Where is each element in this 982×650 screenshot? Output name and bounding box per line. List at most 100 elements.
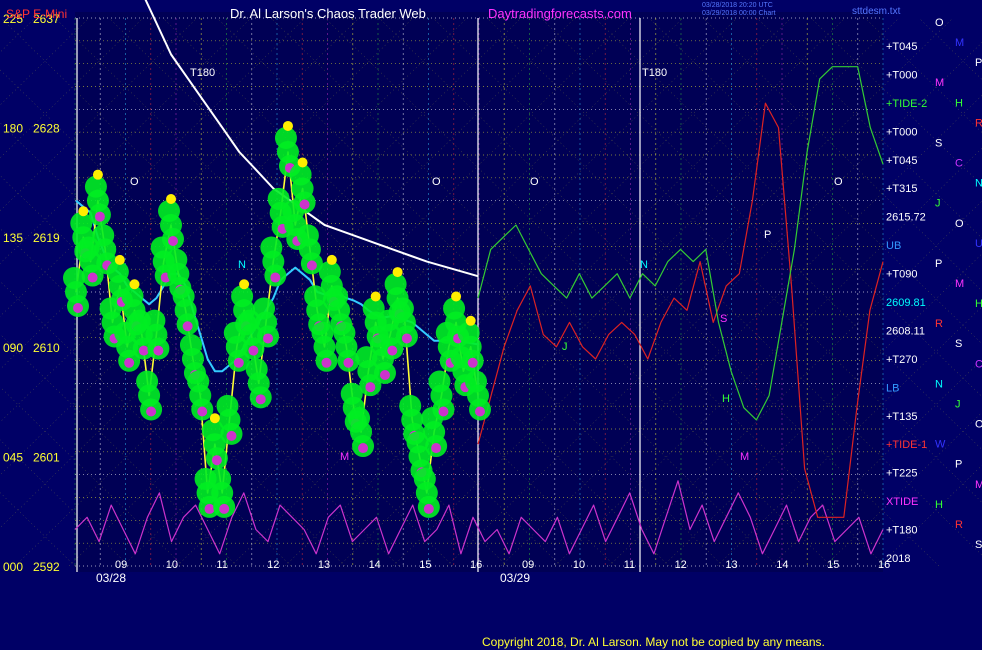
right-level-label: +T135	[886, 411, 918, 423]
peak-dot	[78, 206, 89, 217]
x-tick-label: 14	[776, 559, 788, 571]
chart-annotation: O	[130, 176, 139, 188]
bubble-mark	[467, 357, 478, 368]
bubble-mark	[211, 455, 222, 466]
planet-glyph: J	[955, 398, 961, 410]
y-axis-degree: 180	[3, 122, 23, 136]
bubble-mark	[306, 260, 317, 271]
right-level-label: +T045	[886, 41, 918, 53]
bubble-mark	[431, 443, 442, 454]
peak-dot	[451, 291, 462, 302]
planet-glyph: R	[975, 117, 982, 129]
chart-annotation: P	[764, 229, 771, 241]
chart-annotation: N	[238, 259, 246, 271]
date-label-2: 03/29	[500, 571, 530, 585]
x-tick-label: 09	[115, 559, 127, 571]
bubble-mark	[124, 357, 135, 368]
bubble-mark	[438, 406, 449, 417]
right-level-label: 2615.72	[886, 212, 926, 224]
site-link[interactable]: Daytradingforecasts.com	[488, 6, 632, 21]
planet-glyph: P	[935, 258, 942, 270]
planet-glyph: C	[955, 158, 963, 170]
x-tick-label: 15	[827, 559, 839, 571]
y-axis-degree: 045	[3, 450, 23, 464]
peak-dot	[129, 279, 140, 290]
y-axis-degree: 000	[3, 560, 23, 574]
planet-glyph: H	[935, 499, 943, 511]
bubble-mark	[226, 430, 237, 441]
planet-glyph: C	[975, 358, 982, 370]
right-level-label: +T270	[886, 354, 918, 366]
peak-dot	[297, 157, 308, 168]
bubble-mark	[321, 357, 332, 368]
planet-glyph: S	[955, 338, 962, 350]
x-tick-label: 12	[675, 559, 687, 571]
y-axis-price: 2628	[33, 122, 60, 136]
chart-annotation: J	[562, 341, 568, 353]
chart-annotation: O	[530, 176, 539, 188]
planet-glyph: O	[975, 419, 982, 431]
bubble-mark	[248, 345, 259, 356]
planet-glyph: H	[975, 298, 982, 310]
bubble-mark	[270, 272, 281, 283]
bubble-mark	[343, 357, 354, 368]
peak-dot	[282, 120, 293, 131]
bubble-mark	[153, 345, 164, 356]
timestamp-2: 03/29/2018 00:00 Chart	[702, 10, 776, 17]
chart-title: Dr. Al Larson's Chaos Trader Web	[230, 6, 426, 21]
planet-glyph: P	[955, 459, 962, 471]
right-level-label: +T090	[886, 269, 918, 281]
right-level-label: +T180	[886, 525, 918, 537]
x-tick-label: 10	[573, 559, 585, 571]
bubble-mark	[299, 199, 310, 210]
y-axis-degree: 090	[3, 341, 23, 355]
bubble-mark	[358, 443, 369, 454]
right-level-label: +T225	[886, 468, 918, 480]
right-level-label: +T000	[886, 126, 918, 138]
date-label-1: 03/28	[96, 571, 126, 585]
copyright-footer: Copyright 2018, Dr. Al Larson. May not b…	[482, 635, 825, 649]
planet-glyph: M	[955, 278, 964, 290]
bubble-mark	[219, 503, 230, 514]
bubble-mark	[94, 211, 105, 222]
peak-dot	[209, 413, 220, 424]
peak-dot	[326, 254, 337, 265]
x-tick-label: 14	[369, 559, 381, 571]
right-level-label: LB	[886, 382, 899, 394]
bubble-mark	[197, 406, 208, 417]
chart-annotation: M	[340, 451, 349, 463]
right-level-label: +TIDE-2	[886, 98, 927, 110]
planet-glyph: U	[975, 238, 982, 250]
right-level-label: 2609.81	[886, 297, 926, 309]
y-axis-price: 2592	[33, 560, 60, 574]
right-level-label: 2018	[886, 553, 910, 565]
right-level-label: +T045	[886, 155, 918, 167]
peak-dot	[392, 267, 403, 278]
symbol-label: S&P E-Mini	[6, 7, 67, 21]
bubble-mark	[379, 369, 390, 380]
chart-annotation: S	[720, 313, 727, 325]
peak-dot	[239, 279, 250, 290]
planet-glyph: O	[955, 218, 964, 230]
chart-annotation: T180	[642, 67, 667, 79]
planet-glyph: P	[975, 57, 982, 69]
chart-annotation: N	[640, 259, 648, 271]
bubble-mark	[401, 333, 412, 344]
bubble-mark	[87, 272, 98, 283]
x-tick-label: 13	[725, 559, 737, 571]
planet-glyph: W	[935, 439, 946, 451]
bubble-mark	[475, 406, 485, 417]
planet-glyph: S	[975, 539, 982, 551]
y-axis-degree: 135	[3, 231, 23, 245]
bubble-mark	[138, 345, 149, 356]
planet-glyph: O	[935, 17, 944, 29]
chart-annotation: O	[432, 176, 441, 188]
planet-glyph: H	[955, 97, 963, 109]
bubble-mark	[387, 345, 398, 356]
peak-dot	[370, 291, 381, 302]
bubble-mark	[255, 394, 266, 405]
planet-glyph: N	[975, 178, 982, 190]
bubble-mark	[73, 303, 83, 313]
right-level-label: UB	[886, 240, 901, 252]
x-tick-label: 10	[166, 559, 178, 571]
